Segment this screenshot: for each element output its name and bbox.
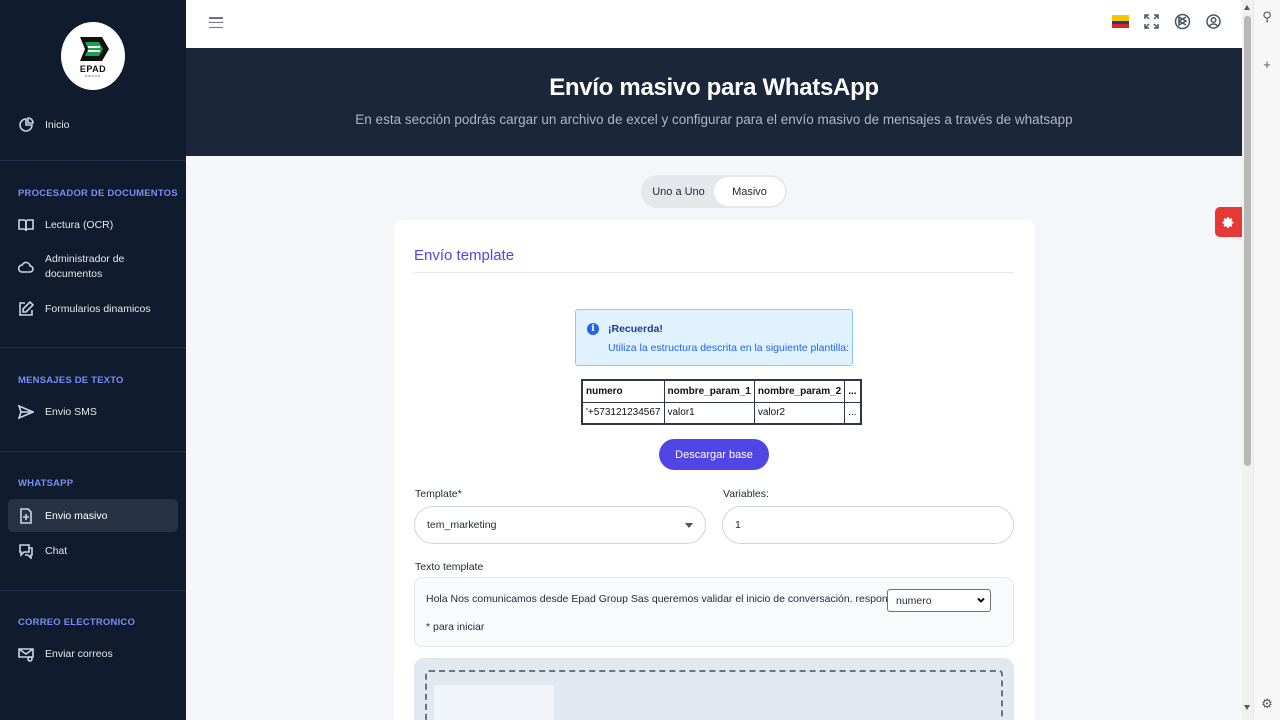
book-icon <box>18 217 34 233</box>
card-title: Envío template <box>414 247 515 264</box>
divider <box>0 590 186 591</box>
section-title-documentos: PROCESADOR DE DOCUMENTOS <box>18 188 178 199</box>
chat-icon <box>18 543 34 559</box>
sidebar-item-label: Enviar correos <box>45 648 113 660</box>
variable-select[interactable]: numero <box>887 589 991 612</box>
sidebar-item-label: Inicio <box>45 119 70 131</box>
vertical-scrollbar[interactable] <box>1242 0 1253 720</box>
file-plus-icon <box>18 507 34 524</box>
template-text-line: * para iniciar <box>426 621 485 633</box>
topbar <box>186 0 1242 48</box>
sidebar-item-label: Administrador de documentos <box>45 253 125 280</box>
mail-icon <box>18 646 34 662</box>
info-icon: i <box>587 323 599 335</box>
sidebar-item-formularios[interactable]: Formularios dinamicos <box>8 301 178 317</box>
epad-logo-icon <box>80 36 109 61</box>
brand-logo[interactable]: EPAD GROUP <box>61 22 125 90</box>
search-icon[interactable]: ⚲ <box>1260 10 1274 24</box>
scroll-thumb[interactable] <box>1244 16 1251 466</box>
sidebar-item-administrador[interactable]: Administrador de documentos <box>8 252 178 282</box>
menu-icon[interactable] <box>209 17 223 29</box>
chevron-down-icon <box>976 595 986 605</box>
table-cell: '+573121234567 <box>581 401 665 425</box>
variables-label: Variables: <box>723 488 769 500</box>
page-hero: Envío masivo para WhatsApp En esta secci… <box>186 48 1242 156</box>
sidebar-item-lectura-ocr[interactable]: Lectura (OCR) <box>8 217 178 233</box>
divider <box>414 272 1014 273</box>
sidebar-item-inicio[interactable]: Inicio <box>8 117 178 133</box>
sidebar-item-enviar-correos[interactable]: Enviar correos <box>8 646 178 662</box>
colombia-flag-icon[interactable] <box>1112 15 1129 28</box>
logo-subtext: GROUP <box>84 73 101 78</box>
alert-text: Utiliza la estructura descrita en la sig… <box>608 342 850 354</box>
caret-down-icon <box>685 523 693 528</box>
sidebar: EPAD GROUP Inicio PROCESADOR DE DOCUMENT… <box>0 0 186 720</box>
sidebar-item-label: Formularios dinamicos <box>45 303 151 315</box>
template-label: Template* <box>415 488 462 500</box>
openai-icon[interactable] <box>1174 13 1191 30</box>
table-header-cell: ... <box>844 379 862 403</box>
info-alert: i ¡Recuerda! Utiliza la estructura descr… <box>575 309 853 366</box>
template-select-value: tem_marketing <box>427 519 497 531</box>
cloud-icon <box>18 259 34 275</box>
add-icon[interactable]: + <box>1260 58 1274 72</box>
file-dropzone[interactable] <box>414 658 1014 720</box>
page-title: Envío masivo para WhatsApp <box>549 74 879 101</box>
gear-icon <box>1222 216 1234 228</box>
table-header-row: numero nombre_param_1 nombre_param_2 ... <box>581 379 862 403</box>
table-cell: valor2 <box>753 401 846 425</box>
scroll-down-arrow[interactable] <box>1244 705 1250 710</box>
sidebar-item-label: Chat <box>45 545 68 557</box>
alert-title: ¡Recuerda! <box>608 323 663 335</box>
fullscreen-icon[interactable] <box>1143 13 1160 30</box>
divider <box>0 347 186 348</box>
sidebar-item-label: Envio masivo <box>45 509 108 522</box>
pie-chart-icon <box>18 117 34 133</box>
sidebar-item-chat[interactable]: Chat <box>8 543 178 559</box>
template-select[interactable]: tem_marketing <box>414 506 706 544</box>
page-subtitle: En esta sección podrás cargar un archivo… <box>355 112 1073 127</box>
download-base-button[interactable]: Descargar base <box>659 439 769 470</box>
toggle-uno-a-uno[interactable]: Uno a Uno <box>643 177 714 206</box>
divider <box>0 160 186 161</box>
send-icon <box>18 404 34 420</box>
table-cell: valor1 <box>663 401 755 425</box>
template-text-line: Hola Nos comunicamos desde Epad Group Sa… <box>426 593 907 605</box>
mode-toggle: Uno a Uno Masivo <box>641 175 787 208</box>
section-title-whatsapp: WHATSAPP <box>18 478 74 489</box>
table-cell: ... <box>844 401 862 425</box>
sidebar-item-envio-sms[interactable]: Envio SMS <box>8 404 178 420</box>
texto-template-box: Hola Nos comunicamos desde Epad Group Sa… <box>414 577 1014 647</box>
scroll-up-arrow[interactable] <box>1244 5 1250 10</box>
toggle-masivo[interactable]: Masivo <box>714 177 785 206</box>
dropzone-inner <box>434 685 554 720</box>
sidebar-item-envio-masivo[interactable]: Envio masivo <box>8 499 178 532</box>
logo-text: EPAD <box>79 63 107 74</box>
table-header-cell: nombre_param_1 <box>663 379 755 403</box>
template-structure-table: numero nombre_param_1 nombre_param_2 ...… <box>581 379 862 425</box>
settings-icon[interactable]: ⚙ <box>1260 697 1274 711</box>
browser-side-panel: ⚲ + ⚙ <box>1253 0 1280 720</box>
table-header-cell: numero <box>581 379 665 403</box>
edit-icon <box>18 301 34 317</box>
variable-select-value: numero <box>896 594 932 607</box>
section-title-correo: CORREO ELECTRONICO <box>18 617 136 628</box>
texto-template-label: Texto template <box>415 561 484 573</box>
divider <box>0 451 186 452</box>
variables-input-value: 1 <box>735 519 741 531</box>
section-title-mensajes: MENSAJES DE TEXTO <box>18 375 124 386</box>
sidebar-item-label: Envio SMS <box>45 406 97 418</box>
table-header-cell: nombre_param_2 <box>753 379 846 403</box>
sidebar-item-label: Lectura (OCR) <box>45 219 114 231</box>
user-account-icon[interactable] <box>1205 13 1222 30</box>
settings-fab[interactable] <box>1215 207 1242 237</box>
table-row: '+573121234567 valor1 valor2 ... <box>581 401 862 425</box>
template-card: Envío template i ¡Recuerda! Utiliza la e… <box>394 220 1035 720</box>
variables-input[interactable]: 1 <box>722 506 1014 544</box>
